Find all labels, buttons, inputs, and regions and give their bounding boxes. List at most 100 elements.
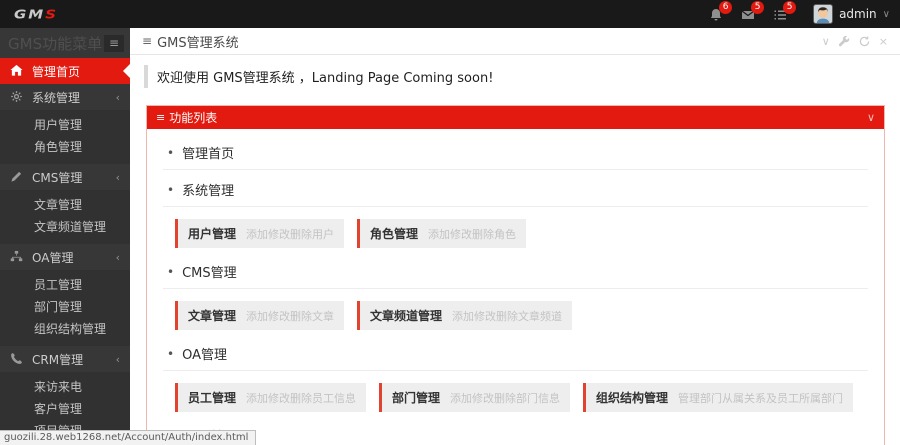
sidebar-item-crm[interactable]: CRM管理 ‹	[0, 346, 130, 372]
sidebar-menu: 管理首页 系统管理 ‹ 用户管理 角色管理 CMS管理 ‹ 文章管理 文章频道管…	[0, 58, 130, 445]
section-home: • 管理首页	[163, 133, 868, 170]
card-title: 用户管理	[188, 225, 236, 242]
sidebar-item-cms[interactable]: CMS管理 ‹	[0, 164, 130, 190]
section-system: • 系统管理 用户管理 添加修改删除用户 角色管理 添加修改删除角色	[163, 170, 868, 248]
chevron-left-icon: ‹	[116, 353, 120, 366]
bullet-icon: •	[167, 146, 174, 160]
card-desc: 管理部门从属关系及员工所属部门	[678, 390, 843, 406]
messages-count-badge: 5	[751, 1, 764, 14]
panel-header[interactable]: ≡ 功能列表 ∨	[147, 106, 884, 129]
section-cms: • CMS管理 文章管理 添加修改删除文章 文章频道管理 添加修改删除文章频道	[163, 252, 868, 330]
sidebar-item-oa[interactable]: OA管理 ‹	[0, 244, 130, 270]
refresh-icon[interactable]	[859, 36, 870, 47]
sidebar-item-employees[interactable]: 员工管理	[0, 274, 130, 296]
user-menu[interactable]: admin ∨	[813, 4, 890, 24]
link-preview-statusbar: guozili.28.web1268.net/Account/Auth/inde…	[0, 430, 256, 445]
function-list-panel: ≡ 功能列表 ∨ • 管理首页 • 系统管理 用户管理 添加修改删除用	[146, 105, 885, 445]
close-icon[interactable]: ×	[879, 36, 888, 47]
feature-card-articles[interactable]: 文章管理 添加修改删除文章	[175, 301, 344, 330]
sidebar-item-label: 管理首页	[32, 63, 80, 80]
sidebar-item-roles[interactable]: 角色管理	[0, 136, 130, 158]
card-title: 文章管理	[188, 307, 236, 324]
sidebar-item-label: 系统管理	[32, 89, 80, 106]
messages-menu[interactable]: 5	[741, 6, 757, 22]
feature-card-article-channels[interactable]: 文章频道管理 添加修改删除文章频道	[357, 301, 572, 330]
card-desc: 添加修改删除用户	[246, 226, 334, 242]
feature-card-org-structure[interactable]: 组织结构管理 管理部门从属关系及员工所属部门	[583, 383, 853, 412]
content-header: ≡ GMS管理系统 ∨ ×	[130, 28, 900, 55]
sidebar-submenu-system: 用户管理 角色管理	[0, 110, 130, 164]
card-desc: 添加修改删除角色	[428, 226, 516, 242]
chevron-left-icon: ‹	[116, 91, 120, 104]
page-title-text: GMS管理系统	[157, 32, 239, 51]
card-title: 文章频道管理	[370, 307, 442, 324]
section-title-text: 管理首页	[182, 143, 234, 162]
sidebar-item-users[interactable]: 用户管理	[0, 114, 130, 136]
alerts-menu[interactable]: 6	[709, 6, 725, 22]
card-title: 员工管理	[188, 389, 236, 406]
feature-card-departments[interactable]: 部门管理 添加修改删除部门信息	[379, 383, 570, 412]
logo-s: S	[45, 6, 58, 21]
avatar	[813, 4, 833, 24]
sidebar-item-home[interactable]: 管理首页	[0, 58, 130, 84]
feature-card-roles[interactable]: 角色管理 添加修改删除角色	[357, 219, 526, 248]
chevron-left-icon: ‹	[116, 171, 120, 184]
sidebar-collapse-button[interactable]: ≡	[104, 35, 124, 52]
sidebar-submenu-oa: 员工管理 部门管理 组织结构管理	[0, 270, 130, 346]
panel-body: • 管理首页 • 系统管理 用户管理 添加修改删除用户 角色管理 添加修改删	[147, 129, 884, 445]
sidebar-item-label: CRM管理	[32, 351, 83, 368]
tasks-menu[interactable]: 5	[773, 6, 789, 22]
card-title: 组织结构管理	[596, 389, 668, 406]
card-desc: 添加修改删除文章	[246, 308, 334, 324]
card-title: 角色管理	[370, 225, 418, 242]
chevron-down-icon: ∨	[883, 9, 890, 20]
panel-title: 功能列表	[169, 109, 217, 126]
sidebar-item-articles[interactable]: 文章管理	[0, 194, 130, 216]
feature-card-employees[interactable]: 员工管理 添加修改删除员工信息	[175, 383, 366, 412]
wrench-icon[interactable]	[839, 36, 850, 47]
card-title: 部门管理	[392, 389, 440, 406]
sidebar-item-org-structure[interactable]: 组织结构管理	[0, 318, 130, 340]
section-crm: • CRM管理 来访来电 添加修改删除来访来电 客户管理 添加修改删除客户 项目…	[163, 416, 868, 445]
sidebar: GMS功能菜单 ≡ 管理首页 系统管理 ‹ 用户管理 角色管理 CMS管理 ‹	[0, 28, 130, 445]
app-logo: GMS	[14, 6, 58, 21]
section-oa: • OA管理 员工管理 添加修改删除员工信息 部门管理 添加修改删除部门信息 组…	[163, 334, 868, 412]
sidebar-item-article-channels[interactable]: 文章频道管理	[0, 216, 130, 238]
username-label: admin	[839, 7, 877, 21]
home-icon	[10, 64, 24, 78]
hamburger-icon: ≡	[156, 111, 165, 124]
alerts-count-badge: 6	[719, 1, 732, 14]
sidebar-submenu-cms: 文章管理 文章频道管理	[0, 190, 130, 244]
tasks-count-badge: 5	[783, 1, 796, 14]
hamburger-icon: ≡	[142, 34, 152, 48]
card-desc: 添加修改删除部门信息	[450, 390, 560, 406]
feature-card-users[interactable]: 用户管理 添加修改删除用户	[175, 219, 344, 248]
topbar-right: 6 5 5 admin ∨	[709, 4, 890, 24]
sidebar-item-customers[interactable]: 客户管理	[0, 398, 130, 420]
section-title-text: OA管理	[182, 344, 227, 363]
section-title: • 管理首页	[163, 133, 868, 170]
section-title: • CMS管理	[163, 252, 868, 289]
sidebar-item-departments[interactable]: 部门管理	[0, 296, 130, 318]
bullet-icon: •	[167, 347, 174, 361]
section-title-text: CMS管理	[182, 262, 237, 281]
section-title: • OA管理	[163, 334, 868, 371]
bullet-icon: •	[167, 183, 174, 197]
sitemap-icon	[10, 250, 24, 264]
card-desc: 添加修改删除文章频道	[452, 308, 562, 324]
bullet-icon: •	[167, 265, 174, 279]
chevron-left-icon: ‹	[116, 251, 120, 264]
sidebar-item-label: OA管理	[32, 249, 73, 266]
collapse-icon[interactable]: ∨	[822, 36, 830, 47]
section-title-text: 系统管理	[182, 180, 234, 199]
sidebar-item-system[interactable]: 系统管理 ‹	[0, 84, 130, 110]
section-title: • 系统管理	[163, 170, 868, 207]
panel-tools: ∨ ×	[822, 36, 888, 47]
sidebar-item-visits-calls[interactable]: 来访来电	[0, 376, 130, 398]
sidebar-header: GMS功能菜单 ≡	[0, 28, 130, 58]
sidebar-title: GMS功能菜单	[8, 33, 102, 54]
card-row: 用户管理 添加修改删除用户 角色管理 添加修改删除角色	[175, 219, 868, 248]
pen-icon	[10, 170, 24, 184]
page-title: ≡ GMS管理系统	[142, 32, 239, 51]
chevron-down-icon[interactable]: ∨	[867, 111, 875, 124]
